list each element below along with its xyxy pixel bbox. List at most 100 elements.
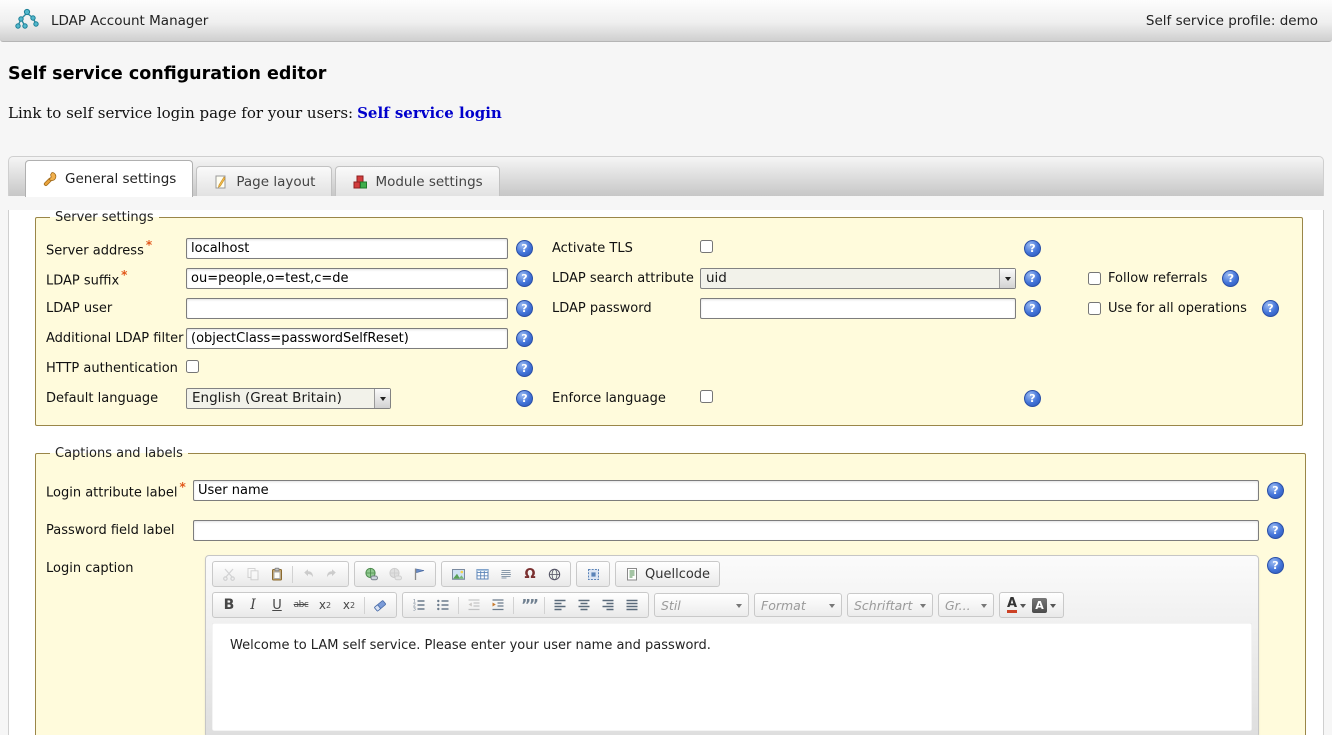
table-icon[interactable] [470, 563, 494, 585]
help-icon[interactable]: ? [1024, 390, 1041, 407]
text-color-icon[interactable]: A [1004, 597, 1029, 613]
tab-module-settings[interactable]: Module settings [335, 166, 499, 196]
copy-icon[interactable] [241, 563, 265, 585]
bulleted-list-icon[interactable] [431, 594, 455, 616]
link-icon[interactable] [359, 563, 383, 585]
login-caption-label: Login caption [46, 555, 193, 576]
source-doc-icon [625, 567, 639, 581]
help-icon[interactable]: ? [516, 330, 533, 347]
size-combo[interactable]: Gr... [938, 593, 994, 617]
redo-icon[interactable] [320, 563, 344, 585]
bold-icon[interactable]: B [217, 594, 241, 616]
help-icon[interactable]: ? [516, 390, 533, 407]
help-icon[interactable]: ? [1267, 522, 1284, 539]
editor-content[interactable]: Welcome to LAM self service. Please ente… [212, 623, 1252, 731]
captions-and-labels-fieldset: Captions and labels Login attribute labe… [35, 446, 1306, 735]
modules-icon [352, 174, 368, 190]
lam-logo-icon [14, 7, 41, 34]
help-icon[interactable]: ? [1024, 300, 1041, 317]
numbered-list-icon[interactable]: 123 [407, 594, 431, 616]
special-char-icon[interactable]: Ω [518, 563, 542, 585]
captions-and-labels-legend: Captions and labels [50, 446, 188, 461]
remove-format-icon[interactable] [368, 594, 392, 616]
font-combo[interactable]: Schriftart [847, 593, 933, 617]
profile-label: Self service profile: demo [1146, 13, 1318, 29]
form-row: Server address* ? Activate TLS ? [46, 233, 1302, 263]
outdent-icon[interactable] [462, 594, 486, 616]
server-address-input[interactable] [186, 238, 508, 259]
ldap-user-input[interactable] [186, 298, 508, 319]
source-button-label: Quellcode [645, 567, 710, 582]
form-row: Default language English (Great Britain)… [46, 383, 1302, 413]
tab-page-layout[interactable]: Page layout [196, 166, 332, 196]
unlink-icon[interactable] [383, 563, 407, 585]
use-for-all-operations-option: Use for all operations ? [1060, 300, 1302, 317]
globe-icon[interactable] [542, 563, 566, 585]
use-for-all-operations-checkbox[interactable] [1088, 302, 1101, 315]
chevron-down-icon [999, 269, 1015, 288]
enforce-language-checkbox[interactable] [700, 390, 713, 403]
paste-icon[interactable] [265, 563, 289, 585]
header-bar: LDAP Account Manager Self service profil… [0, 0, 1332, 42]
superscript-icon[interactable]: x2 [337, 594, 361, 616]
styles-combo[interactable]: Stil [654, 593, 749, 617]
indent-icon[interactable] [486, 594, 510, 616]
tab-label: Module settings [375, 174, 482, 190]
activate-tls-label: Activate TLS [552, 241, 700, 256]
ldap-search-attribute-select[interactable]: uid [700, 268, 1016, 289]
form-row: Password field label ? [46, 515, 1305, 545]
self-service-login-link[interactable]: Self service login [357, 104, 502, 122]
password-field-label-input[interactable] [193, 520, 1259, 541]
http-authentication-checkbox[interactable] [186, 360, 199, 373]
blockquote-icon[interactable]: ”” [517, 594, 541, 616]
login-attribute-label-input[interactable] [193, 480, 1259, 501]
follow-referrals-checkbox[interactable] [1088, 272, 1101, 285]
tab-label: Page layout [236, 174, 315, 190]
help-icon[interactable]: ? [516, 300, 533, 317]
app-title: LDAP Account Manager [51, 13, 208, 29]
help-icon[interactable]: ? [1222, 270, 1239, 287]
cut-icon[interactable] [217, 563, 241, 585]
anchor-flag-icon[interactable] [407, 563, 431, 585]
align-left-icon[interactable] [548, 594, 572, 616]
help-icon[interactable]: ? [1024, 270, 1041, 287]
align-justify-icon[interactable] [620, 594, 644, 616]
ldap-password-label: LDAP password [552, 301, 700, 316]
ldap-user-label: LDAP user [46, 301, 186, 316]
ldap-password-input[interactable] [700, 298, 1016, 319]
default-language-select[interactable]: English (Great Britain) [186, 388, 391, 409]
align-right-icon[interactable] [596, 594, 620, 616]
help-icon[interactable]: ? [1267, 557, 1284, 574]
help-icon[interactable]: ? [516, 270, 533, 287]
additional-ldap-filter-input[interactable] [186, 328, 508, 349]
required-marker: * [146, 238, 152, 252]
italic-icon[interactable]: I [241, 594, 265, 616]
underline-icon[interactable]: U [265, 594, 289, 616]
subscript-icon[interactable]: x2 [313, 594, 337, 616]
editor-toolbar-row2: B I U abc x2 x2 123 [212, 592, 1252, 618]
ldap-search-attribute-label: LDAP search attribute [552, 271, 700, 286]
ldap-suffix-input[interactable] [186, 268, 508, 289]
undo-icon[interactable] [296, 563, 320, 585]
activate-tls-checkbox[interactable] [700, 240, 713, 253]
strikethrough-icon[interactable]: abc [289, 594, 313, 616]
page-title: Self service configuration editor [8, 64, 1332, 84]
bg-color-icon[interactable]: A [1029, 598, 1059, 613]
enforce-language-label: Enforce language [552, 391, 700, 406]
source-button[interactable]: Quellcode [615, 561, 720, 587]
horizontal-rule-icon[interactable] [494, 563, 518, 585]
editor-toolbar-row1: Ω Quellcode [212, 561, 1252, 587]
follow-referrals-option: Follow referrals ? [1060, 270, 1302, 287]
tab-panel-general-settings: Server settings Server address* ? Activa… [8, 210, 1324, 735]
align-center-icon[interactable] [572, 594, 596, 616]
help-icon[interactable]: ? [516, 240, 533, 257]
image-icon[interactable] [446, 563, 470, 585]
help-icon[interactable]: ? [1262, 300, 1279, 317]
help-icon[interactable]: ? [1267, 482, 1284, 499]
help-icon[interactable]: ? [516, 360, 533, 377]
tab-general-settings[interactable]: General settings [25, 160, 193, 197]
http-authentication-label: HTTP authentication [46, 361, 186, 376]
format-combo[interactable]: Format [754, 593, 842, 617]
help-icon[interactable]: ? [1024, 240, 1041, 257]
maximize-icon[interactable] [581, 563, 605, 585]
